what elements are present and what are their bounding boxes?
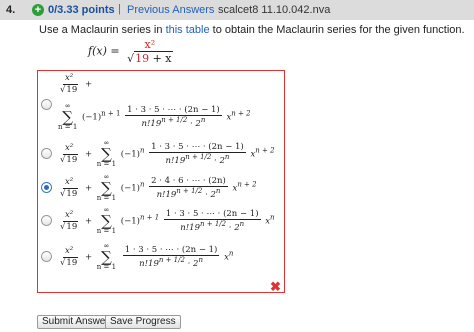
option-c-summation: ∞ ∑ n = 1 [96, 173, 117, 202]
option-b-summation: ∞ ∑ n = 1 [96, 139, 117, 168]
function-lhs: f(x) = [88, 44, 120, 58]
option-c-radio[interactable] [41, 182, 52, 193]
option-a-summation: ∞ ∑ n = 1 [58, 102, 78, 131]
question-number: 4. [6, 4, 16, 16]
option-e-line: x² √19 + ∞ ∑ n = 1 1 · 3 · 5 · ⋯ · (2n − 1)… [60, 242, 234, 271]
option-d-line: x² √19 + ∞ ∑ n = 1 (−1)n + 1 1 · 3 · 5 · ⋯ … [60, 206, 275, 235]
option-d-summation: ∞ ∑ n = 1 [96, 206, 117, 235]
points-label: 0/3.33 points [48, 4, 115, 16]
instructions-text-after: to obtain the Maclaurin series for the g… [209, 24, 465, 36]
instructions: Use a Maclaurin series in this table to … [39, 24, 465, 36]
option-b-radio[interactable] [41, 148, 52, 159]
instructions-text-before: Use a Maclaurin series in [39, 24, 166, 36]
problem-source: scalcet8 11.10.042.nva [218, 4, 331, 16]
previous-answers-link[interactable]: Previous Answers [127, 4, 214, 16]
submit-answer-button[interactable]: Submit Answer [37, 315, 114, 329]
function-sqrt-constant: 19 [135, 52, 150, 65]
table-link[interactable]: this table [166, 24, 210, 36]
incorrect-x-icon: ✖ [270, 279, 281, 294]
header-separator: | [118, 3, 121, 15]
option-e-radio[interactable] [41, 251, 52, 262]
option-c-line: x² √19 + ∞ ∑ n = 1 (−1)n 2 · 4 · 6 · ⋯ · (2… [60, 173, 257, 202]
option-a-line1: x² √19 + [60, 73, 93, 95]
option-b-line: x² √19 + ∞ ∑ n = 1 (−1)n 1 · 3 · 5 · ⋯ · (2… [60, 139, 275, 168]
function-fraction: x² √19 + x [125, 39, 174, 65]
plus-icon[interactable]: + [32, 4, 44, 16]
option-e-summation: ∞ ∑ n = 1 [96, 242, 117, 271]
function-definition: f(x) = x² √19 + x [88, 39, 177, 65]
option-d-radio[interactable] [41, 215, 52, 226]
option-a-line2: ∞ ∑ n = 1 (−1)n + 1 1 · 3 · 5 · ⋯ · (2n − … [58, 102, 251, 131]
option-a-radio[interactable] [41, 99, 52, 110]
save-progress-button[interactable]: Save Progress [105, 315, 181, 329]
function-denominator: √19 + x [127, 51, 173, 65]
question-header: 4. + 0/3.33 points | Previous Answers sc… [0, 0, 474, 20]
function-sqrt-rest: + x [152, 52, 172, 65]
